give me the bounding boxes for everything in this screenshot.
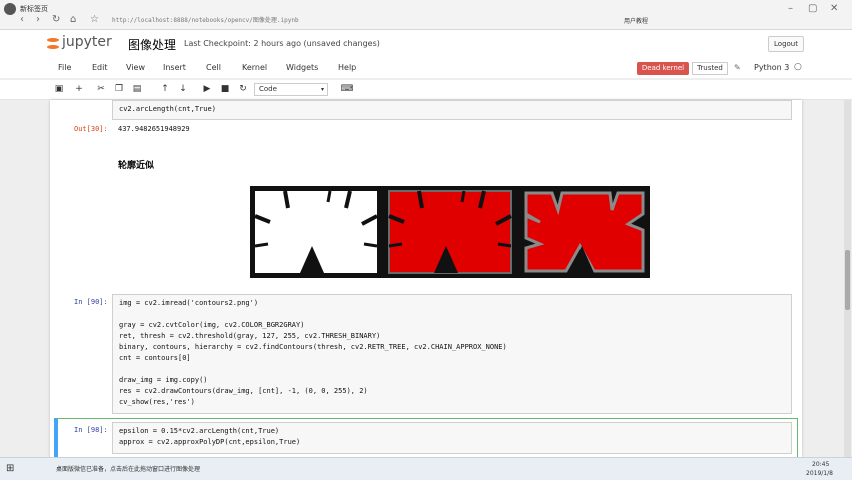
code-line: cnt = contours[0] <box>119 354 191 362</box>
menu-kernel[interactable]: Kernel <box>242 63 267 72</box>
minimize-window-icon[interactable]: – <box>788 3 793 14</box>
code-line: gray = cv2.cvtColor(img, cv2.COLOR_BGR2G… <box>119 321 305 329</box>
home-icon[interactable]: ⌂ <box>70 14 76 25</box>
code-line: draw_img = img.copy() <box>119 376 208 384</box>
contour-image <box>250 186 650 278</box>
copy-icon[interactable]: ❐ <box>112 82 126 96</box>
markdown-heading[interactable]: 轮廓近似 <box>118 158 154 171</box>
cell-type-select[interactable]: Code ▾ <box>254 83 328 96</box>
restart-icon[interactable]: ↻ <box>236 82 250 96</box>
dead-kernel-badge[interactable]: Dead kernel <box>637 62 689 75</box>
move-down-icon[interactable]: ↓ <box>176 82 190 96</box>
browser-logo-icon <box>4 3 16 15</box>
code-line: cv2.arcLength(cnt,True) <box>119 105 216 113</box>
clock-date: 2019/1/8 <box>806 470 833 477</box>
jupyter-logo-icon[interactable] <box>46 35 60 49</box>
add-cell-icon[interactable]: + <box>72 82 86 96</box>
code-line: approx = cv2.approxPolyDP(cnt,epsilon,Tr… <box>119 438 301 446</box>
cell-type-value: Code <box>259 85 277 93</box>
kernel-name: Python 3 <box>754 63 790 72</box>
menu-insert[interactable]: Insert <box>163 63 186 72</box>
chevron-down-icon: ▾ <box>320 86 324 93</box>
kernel-status-icon: ○ <box>794 62 802 72</box>
star-icon[interactable]: ☆ <box>90 14 99 25</box>
cut-icon[interactable]: ✂ <box>94 82 108 96</box>
input-prompt: In [98]: <box>74 426 108 434</box>
input-prompt: In [90]: <box>74 298 108 306</box>
close-window-icon[interactable]: ✕ <box>830 3 838 14</box>
notebook-toolbar <box>0 80 852 100</box>
windows-start-icon[interactable]: ⊞ <box>6 463 14 474</box>
menu-cell[interactable]: Cell <box>206 63 221 72</box>
output-value: 437.9482651948929 <box>118 125 190 133</box>
code-cell-input[interactable]: cv2.arcLength(cnt,True) <box>112 100 792 120</box>
code-line: img = cv2.imread('contours2.png') <box>119 299 259 307</box>
menu-widgets[interactable]: Widgets <box>286 63 318 72</box>
move-up-icon[interactable]: ↑ <box>158 82 172 96</box>
code-line: ret, thresh = cv2.threshold(gray, 127, 2… <box>119 332 381 340</box>
scrollbar[interactable] <box>844 100 851 457</box>
scrollbar-thumb[interactable] <box>845 250 850 310</box>
user-label[interactable]: 用户教程 <box>624 16 648 25</box>
tab-title[interactable]: 新标签页 <box>20 4 48 14</box>
jupyter-logo-text[interactable]: jupyter <box>62 34 112 50</box>
paste-icon[interactable]: ▤ <box>130 82 144 96</box>
stop-icon[interactable]: ■ <box>218 82 232 96</box>
browser-toolbar: 新标签页 ‹ › ↻ ⌂ ☆ http://localhost:8888/not… <box>0 0 852 30</box>
trusted-badge[interactable]: Trusted <box>692 62 728 75</box>
keyboard-icon[interactable]: ⌨ <box>340 82 354 96</box>
menu-help[interactable]: Help <box>338 63 356 72</box>
taskbar-status-text: 桌面版微信已准备，点击后在此拖动窗口进行图像处理 <box>56 466 201 473</box>
refresh-icon[interactable]: ↻ <box>52 14 60 25</box>
notebook-title[interactable]: 图像处理 <box>128 36 176 53</box>
menu-view[interactable]: View <box>126 63 145 72</box>
address-bar[interactable]: http://localhost:8888/notebooks/opencv/图… <box>112 15 542 28</box>
edit-pencil-icon[interactable]: ✎ <box>734 63 741 72</box>
notebook-container: cv2.arcLength(cnt,True) Out[30]: 437.948… <box>50 100 802 457</box>
code-cell-input[interactable]: img = cv2.imread('contours2.png') gray =… <box>112 294 792 414</box>
code-line: res = cv2.drawContours(draw_img, [cnt], … <box>119 387 368 395</box>
code-line: epsilon = 0.15*cv2.arcLength(cnt,True) <box>119 427 280 435</box>
code-cell-input[interactable]: epsilon = 0.15*cv2.arcLength(cnt,True) a… <box>112 422 792 454</box>
code-line: cv_show(res,'res') <box>119 398 195 406</box>
maximize-window-icon[interactable]: ▢ <box>808 3 817 14</box>
checkpoint-status: Last Checkpoint: 2 hours ago (unsaved ch… <box>184 39 380 48</box>
menu-edit[interactable]: Edit <box>92 63 108 72</box>
code-line: binary, contours, hierarchy = cv2.findCo… <box>119 343 507 351</box>
menu-file[interactable]: File <box>58 63 71 72</box>
run-icon[interactable]: ▶ <box>200 82 214 96</box>
clock-time: 20:45 <box>812 461 830 468</box>
forward-icon[interactable]: › <box>36 14 40 25</box>
taskbar: ⊞ 桌面版微信已准备，点击后在此拖动窗口进行图像处理 20:45 2019/1/… <box>0 457 852 480</box>
logout-button[interactable]: Logout <box>768 36 804 52</box>
back-icon[interactable]: ‹ <box>20 14 24 25</box>
save-icon[interactable]: ▣ <box>52 82 66 96</box>
jupyter-header: jupyter 图像处理 Last Checkpoint: 2 hours ag… <box>0 30 852 60</box>
output-prompt: Out[30]: <box>74 125 108 133</box>
